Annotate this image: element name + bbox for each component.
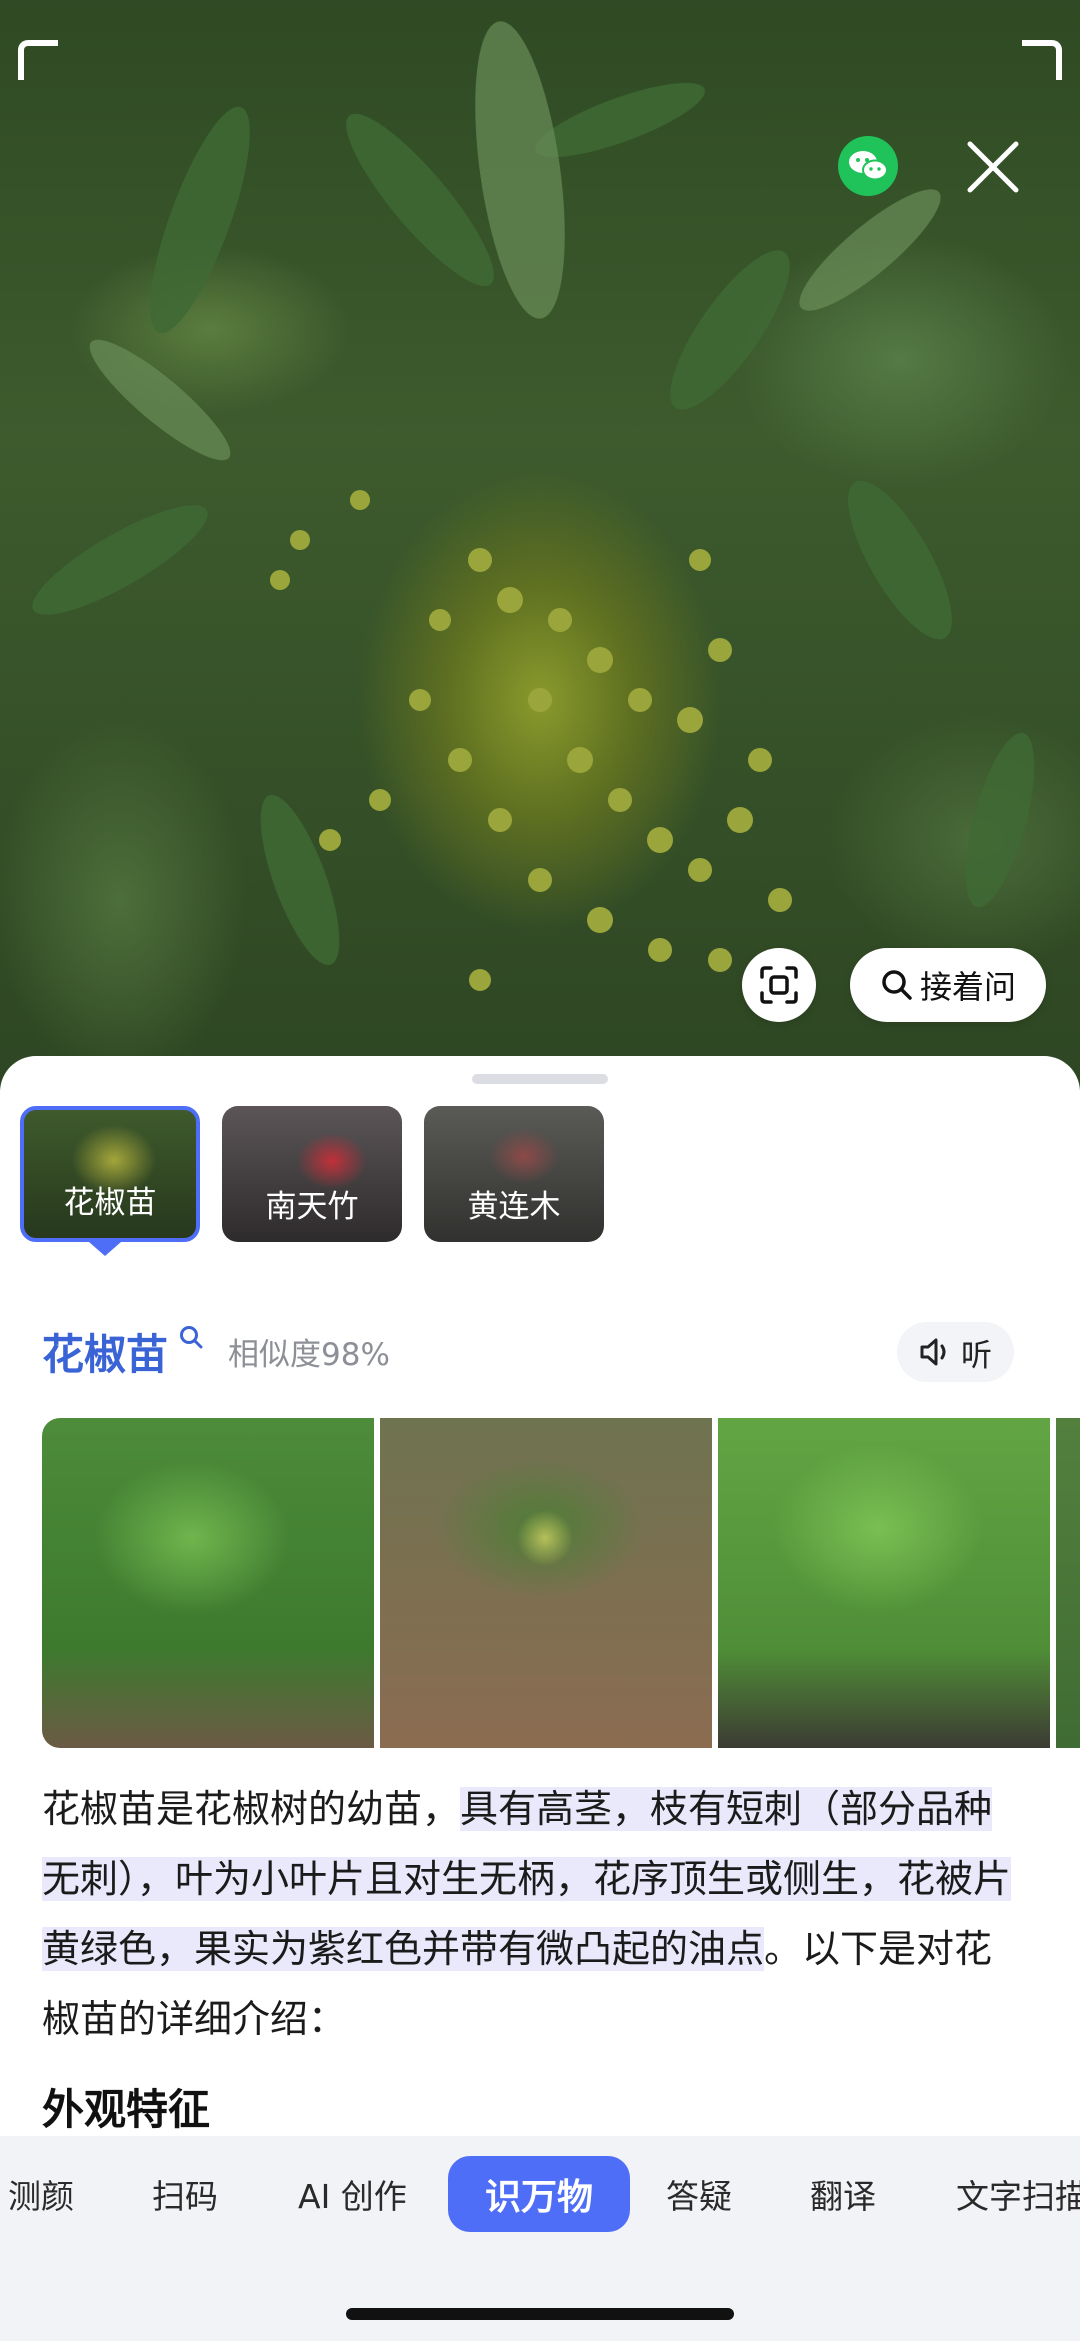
tab-label: 识万物 [484,2177,593,2218]
result-title[interactable]: 花椒苗 [42,1321,168,1382]
description-intro: 花椒苗是花椒树的幼苗， [42,1787,461,1831]
gallery-image[interactable] [718,1418,1050,1748]
gallery-image[interactable] [1056,1418,1080,1748]
result-candidates: 花椒苗 南天竹 黄连木 [20,1106,604,1242]
sheet-drag-handle[interactable] [472,1074,608,1084]
speaker-icon [920,1338,946,1366]
section-title: 外观特征 [42,2085,211,2134]
similarity-score: 相似度98% [228,1336,390,1373]
tab-ai-create[interactable]: AI 创作 [298,2156,407,2232]
search-icon[interactable] [178,1324,204,1350]
home-indicator[interactable] [346,2308,734,2320]
tab-scan-code[interactable]: 扫码 [152,2156,218,2232]
result-sheet: 花椒苗 南天竹 黄连木 花椒苗 相似度98% 听 花椒苗是花椒树的幼苗，具有高茎 [0,1056,1080,2136]
search-icon [882,970,912,1000]
description: 花椒苗是花椒树的幼苗，具有高茎，枝有短刺（部分品种无刺），叶为小叶片且对生无柄，… [42,1774,1022,2054]
ask-followup-label: 接着问 [919,968,1016,1006]
candidate-nantianzhu[interactable]: 南天竹 [222,1106,402,1242]
leaves-illustration [32,21,1035,991]
listen-button[interactable]: 听 [897,1322,1014,1382]
tab-label: 测颜 [8,2177,74,2216]
ask-followup-button[interactable]: 接着问 [850,948,1046,1022]
tab-face-test[interactable]: 测颜 [8,2156,74,2232]
tab-qa[interactable]: 答疑 [666,2156,732,2232]
scan-icon [760,966,798,1004]
candidate-huanglianmu[interactable]: 黄连木 [424,1106,604,1242]
tab-label: 扫码 [152,2177,218,2216]
gallery-image[interactable] [380,1418,712,1748]
candidate-label: 南天竹 [265,1189,359,1225]
selected-pointer [89,1242,121,1256]
tab-label: 答疑 [666,2177,732,2216]
tab-identify-objects[interactable]: 识万物 [448,2156,630,2232]
candidate-label: 黄连木 [467,1189,561,1225]
mode-tabs: 测颜 扫码 AI 创作 识万物 答疑 翻译 文字扫描 [0,2156,1080,2236]
image-gallery[interactable] [42,1418,1080,1748]
tab-text-scan[interactable]: 文字扫描 [956,2156,1080,2232]
result-header: 花椒苗 相似度98% 听 [42,1316,1042,1386]
listen-label: 听 [961,1337,992,1374]
tab-label: 翻译 [810,2177,876,2216]
candidate-label: 花椒苗 [63,1185,157,1221]
close-icon[interactable] [962,136,1024,198]
candidate-huajiaomiao[interactable]: 花椒苗 [20,1106,200,1242]
tab-translate[interactable]: 翻译 [810,2156,876,2232]
tab-label: 文字扫描 [956,2177,1080,2216]
scan-frame-corner-top-left [18,40,58,80]
camera-photo: 接着问 [0,0,1080,1090]
scan-frame-corner-top-right [1022,40,1062,80]
wechat-icon[interactable] [838,136,898,196]
scan-button[interactable] [742,948,816,1022]
tab-label: AI 创作 [298,2177,407,2216]
gallery-image[interactable] [42,1418,374,1748]
